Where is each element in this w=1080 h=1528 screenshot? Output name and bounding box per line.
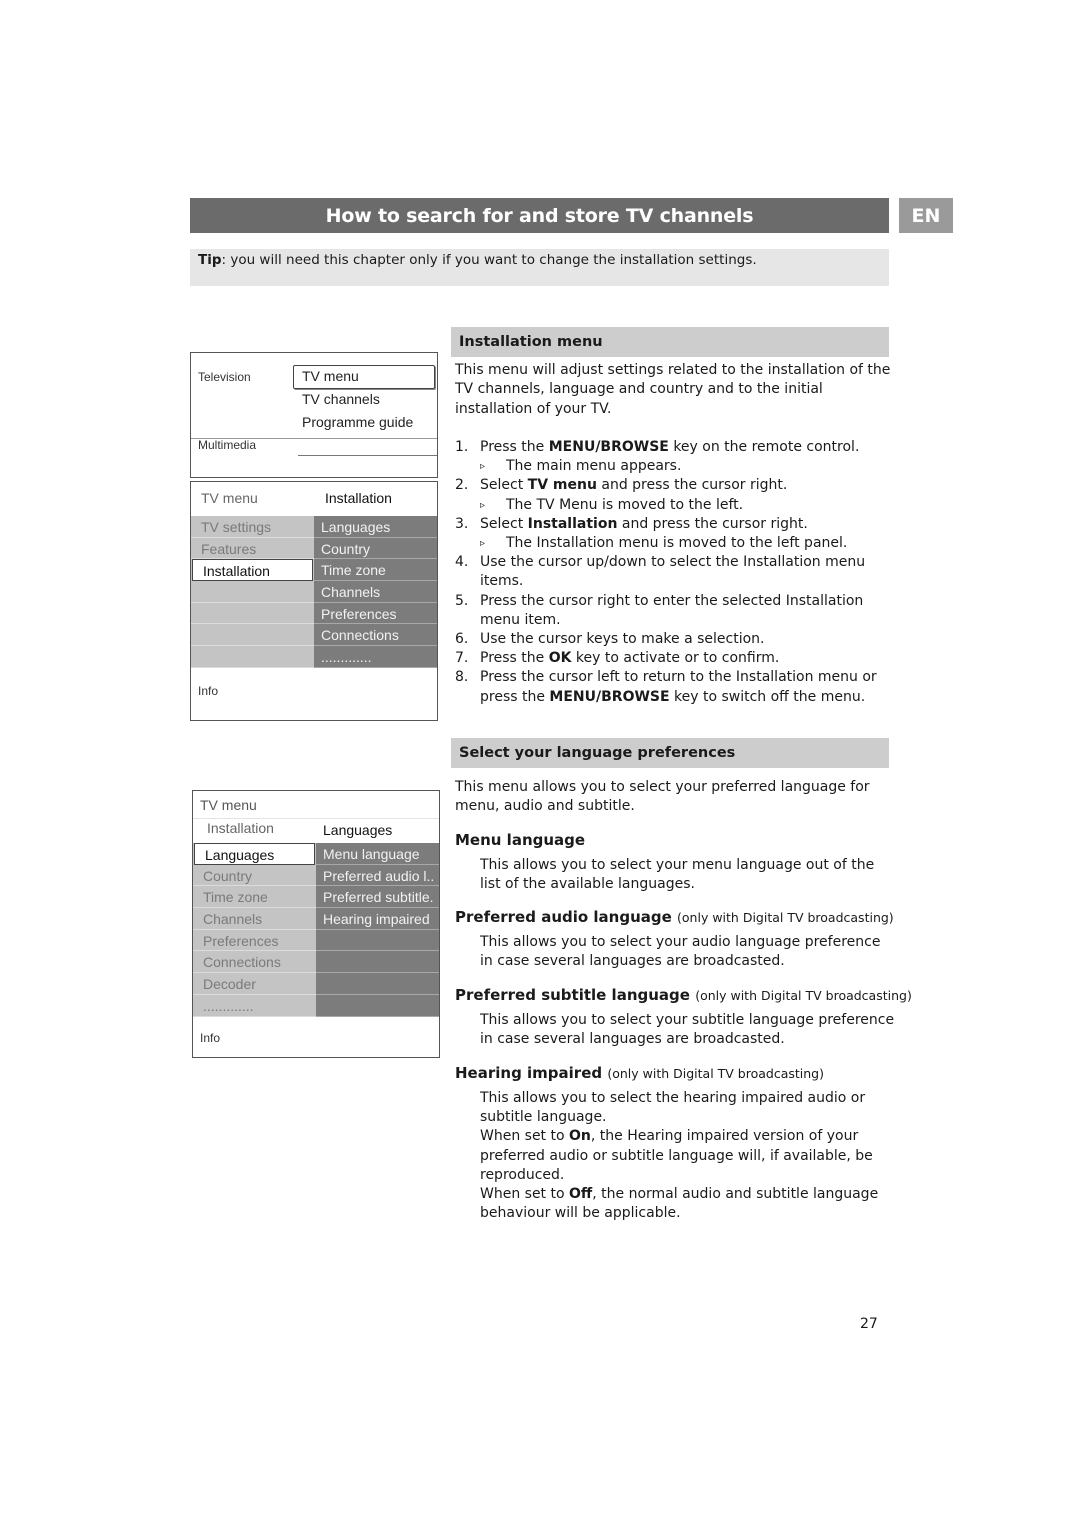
installation-left-row[interactable]: Installation (192, 559, 313, 582)
result-arrow-icon: ▹ (480, 538, 486, 550)
step-item: 4. Use the cursor up/down to select the I… (455, 554, 866, 590)
languages-right-panel: Menu language Preferred audio l.. Preferre… (316, 843, 439, 1017)
languages-left-row[interactable]: Languages (194, 843, 315, 865)
info-label: Info (198, 684, 219, 698)
subheading-title: Preferred audio language (455, 908, 672, 926)
menu-header-tv-menu: TV menu (200, 797, 257, 813)
divider (298, 455, 437, 456)
menu-item-tv-channels[interactable]: TV channels (302, 391, 380, 407)
result-arrow-icon: ▹ (480, 499, 486, 511)
step-result: ▹ The TV Menu is moved to the left. (455, 496, 895, 515)
languages-right-row[interactable]: Hearing impaired (316, 908, 439, 930)
step-item: 7. Press the OK key to activate or to con… (455, 650, 780, 667)
installation-right-row[interactable]: Languages (314, 516, 437, 538)
installation-left-row (191, 624, 314, 647)
tip-label: Tip (198, 252, 222, 268)
divider (193, 818, 439, 819)
languages-left-row[interactable]: Preferences (193, 930, 316, 952)
main-menu-illustration: Television TV menu TV channels Programme… (190, 352, 438, 478)
installation-left-row[interactable]: TV settings (191, 516, 314, 538)
step-item: 2. Select TV menu and press the cursor ri… (455, 477, 788, 494)
languages-right-row (316, 951, 439, 974)
section-heading-language: Select your language preferences (451, 738, 889, 768)
languages-menu-illustration: TV menu Installation Languages Languages… (192, 790, 440, 1058)
installation-left-row (191, 581, 314, 603)
subheading-hearing-impaired: Hearing impaired (only with Digital TV b… (455, 1064, 824, 1082)
hearing-impaired-desc: This allows you to select the hearing im… (480, 1089, 895, 1223)
step-result: ▹ The Installation menu is moved to the l… (455, 534, 895, 553)
subheading-title: Hearing impaired (455, 1064, 603, 1082)
installation-right-row[interactable]: Preferences (314, 603, 437, 625)
subheading-subtitle-language: Preferred subtitle language (only with D… (455, 986, 912, 1004)
language-intro: This menu allows you to select your pref… (455, 779, 870, 815)
chapter-title: How to search for and store TV channels (190, 198, 889, 233)
subheading-note: (only with Digital TV broadcasting) (677, 910, 894, 925)
languages-left-row[interactable]: Decoder (193, 973, 316, 995)
installation-left-row (191, 603, 314, 625)
menu-header-installation: Installation (207, 820, 274, 836)
audio-language-desc: This allows you to select your audio lan… (480, 934, 881, 970)
menu-header-languages: Languages (323, 822, 393, 838)
step-item: 8. Press the cursor left to return to the… (455, 669, 877, 705)
info-label: Info (200, 1031, 221, 1045)
step-item: 3. Select Installation and press the curs… (455, 515, 808, 532)
result-arrow-icon: ▹ (480, 461, 486, 473)
installation-left-row (191, 646, 314, 668)
languages-left-panel: Languages Country Time zone Channels Prefere… (193, 843, 316, 1017)
page-number: 27 (860, 1316, 878, 1332)
step-item: 6. Use the cursor keys to make a selectio… (455, 631, 765, 648)
installation-right-row[interactable]: ............. (314, 646, 437, 668)
installation-left-panel: TV settings Features Installation (191, 516, 314, 668)
hearing-impaired-off: When set to Off, the normal audio and su… (480, 1186, 879, 1222)
section-heading-installation: Installation menu (451, 327, 889, 357)
subheading-note: (only with Digital TV broadcasting) (607, 1066, 824, 1081)
installation-right-row[interactable]: Country (314, 538, 437, 560)
subheading-menu-language: Menu language (455, 831, 585, 849)
menu-item-programme-guide[interactable]: Programme guide (302, 414, 413, 430)
menu-header-tv-menu: TV menu (201, 490, 258, 506)
installation-left-row[interactable]: Features (191, 538, 314, 560)
tip-text: : you will need this chapter only if you… (221, 252, 757, 268)
languages-left-row[interactable]: Channels (193, 908, 316, 930)
languages-left-row[interactable]: Connections (193, 951, 316, 974)
tip-box: Tip: you will need this chapter only if … (190, 249, 889, 286)
languages-left-row[interactable]: Country (193, 865, 316, 887)
subheading-title: Preferred subtitle language (455, 986, 690, 1004)
languages-right-row[interactable]: Preferred subtitle. (316, 886, 439, 909)
languages-left-row[interactable]: ............. (193, 995, 316, 1017)
step-result: ▹ The main menu appears. (455, 457, 895, 476)
subheading-note: (only with Digital TV broadcasting) (695, 988, 912, 1003)
hearing-impaired-on: When set to On, the Hearing impaired ver… (480, 1128, 873, 1183)
hearing-impaired-text: This allows you to select the hearing im… (480, 1090, 866, 1126)
installation-right-row[interactable]: Connections (314, 624, 437, 647)
multimedia-label: Multimedia (198, 438, 257, 452)
languages-right-row[interactable]: Preferred audio l.. (316, 865, 439, 887)
subtitle-language-desc: This allows you to select your subtitle … (480, 1012, 895, 1048)
languages-right-row[interactable]: Menu language (316, 843, 439, 865)
menu-item-tv-menu[interactable]: TV menu (302, 368, 359, 384)
installation-steps: 1. Press the MENU/BROWSE key on the remot… (455, 438, 895, 707)
languages-left-row[interactable]: Time zone (193, 886, 316, 909)
languages-right-row (316, 930, 439, 952)
installation-intro: This menu will adjust settings related t… (455, 362, 891, 417)
language-badge: EN (899, 198, 953, 233)
installation-right-row[interactable]: Channels (314, 581, 437, 603)
television-label: Television (198, 370, 251, 384)
menu-header-installation: Installation (325, 490, 392, 506)
step-item: 5. Press the cursor right to enter the se… (455, 592, 864, 628)
languages-right-row (316, 973, 439, 995)
installation-right-row[interactable]: Time zone (314, 559, 437, 582)
step-item: 1. Press the MENU/BROWSE key on the remot… (455, 439, 860, 455)
subheading-audio-language: Preferred audio language (only with Digi… (455, 908, 894, 926)
subheading-title: Menu language (455, 831, 586, 849)
languages-right-row (316, 995, 439, 1017)
installation-right-panel: Languages Country Time zone Channels Prefere… (314, 516, 437, 668)
installation-menu-illustration: TV menu Installation TV settings Features… (190, 481, 438, 721)
menu-language-desc: This allows you to select your menu lang… (480, 857, 875, 893)
